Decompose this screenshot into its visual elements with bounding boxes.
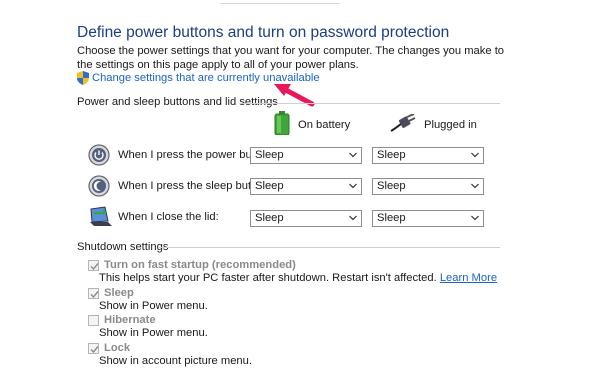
- shield-icon: [77, 71, 89, 85]
- sleep-button-row-label: When I press the sleep button:: [118, 180, 270, 192]
- fast-startup-description: This helps start your PC faster after sh…: [99, 272, 497, 284]
- select-value: Sleep: [255, 180, 284, 192]
- laptop-lid-icon: [88, 206, 112, 228]
- hibernate-description: Show in Power menu.: [99, 327, 208, 339]
- plug-icon: [390, 113, 416, 135]
- fast-startup-checkbox[interactable]: [88, 259, 99, 271]
- chevron-down-icon: [471, 152, 479, 158]
- lock-checkbox[interactable]: [88, 342, 99, 354]
- power-button-icon: [88, 144, 110, 166]
- chevron-down-icon: [349, 183, 357, 189]
- checkmark-icon: [90, 290, 99, 298]
- lock-checkbox-row[interactable]: Lock: [88, 342, 130, 354]
- checkmark-icon: [90, 345, 99, 353]
- checkmark-icon: [90, 262, 99, 270]
- column-on-battery-label: On battery: [298, 118, 351, 131]
- lid-on-battery-select[interactable]: Sleep: [250, 210, 362, 227]
- chevron-down-icon: [349, 152, 357, 158]
- learn-more-link[interactable]: Learn More: [440, 272, 497, 284]
- hibernate-checkbox-row[interactable]: Hibernate: [88, 314, 156, 326]
- fast-startup-label: Turn on fast startup (recommended): [104, 259, 296, 271]
- sleep-button-icon: [88, 175, 110, 197]
- select-value: Sleep: [377, 212, 406, 224]
- lock-label: Lock: [104, 342, 131, 354]
- page-description: Choose the power settings that you want …: [77, 45, 505, 71]
- hibernate-label: Hibernate: [104, 314, 156, 326]
- column-plugged-in-label: Plugged in: [424, 118, 477, 131]
- top-edge: [0, 0, 606, 8]
- lid-row-label: When I close the lid:: [118, 211, 219, 223]
- select-value: Sleep: [377, 180, 406, 192]
- sleep-button-row: When I press the sleep button:: [88, 175, 270, 197]
- section-divider: [158, 247, 500, 248]
- section-divider: [240, 103, 500, 104]
- column-plugged-in: Plugged in: [390, 113, 477, 135]
- power-sleep-section-title: Power and sleep buttons and lid settings: [77, 96, 278, 108]
- chevron-down-icon: [349, 215, 357, 221]
- fast-startup-checkbox-row[interactable]: Turn on fast startup (recommended): [88, 259, 296, 271]
- chevron-down-icon: [471, 215, 479, 221]
- sleep-checkbox[interactable]: [88, 287, 99, 299]
- annotation-arrow: [274, 84, 315, 107]
- fast-startup-description-text: This helps start your PC faster after sh…: [99, 272, 437, 284]
- power-button-row: When I press the power button:: [88, 144, 273, 166]
- chevron-down-icon: [471, 183, 479, 189]
- sleep-label: Sleep: [104, 287, 134, 299]
- lid-plugged-in-select[interactable]: Sleep: [372, 210, 484, 227]
- power-button-on-battery-select[interactable]: Sleep: [250, 147, 362, 164]
- select-value: Sleep: [255, 149, 284, 161]
- page-title: Define power buttons and turn on passwor…: [77, 24, 450, 41]
- sleep-button-plugged-in-select[interactable]: Sleep: [372, 178, 484, 195]
- sleep-button-on-battery-select[interactable]: Sleep: [250, 178, 362, 195]
- lock-description: Show in account picture menu.: [99, 355, 252, 367]
- power-button-plugged-in-select[interactable]: Sleep: [372, 147, 484, 164]
- lid-row: When I close the lid:: [88, 206, 219, 228]
- sleep-checkbox-row[interactable]: Sleep: [88, 287, 134, 299]
- select-value: Sleep: [255, 212, 284, 224]
- battery-icon: [274, 111, 290, 138]
- select-value: Sleep: [377, 149, 406, 161]
- column-on-battery: On battery: [274, 111, 350, 138]
- sleep-description: Show in Power menu.: [99, 300, 208, 312]
- hibernate-checkbox[interactable]: [88, 314, 99, 326]
- shutdown-section-title: Shutdown settings: [77, 241, 169, 253]
